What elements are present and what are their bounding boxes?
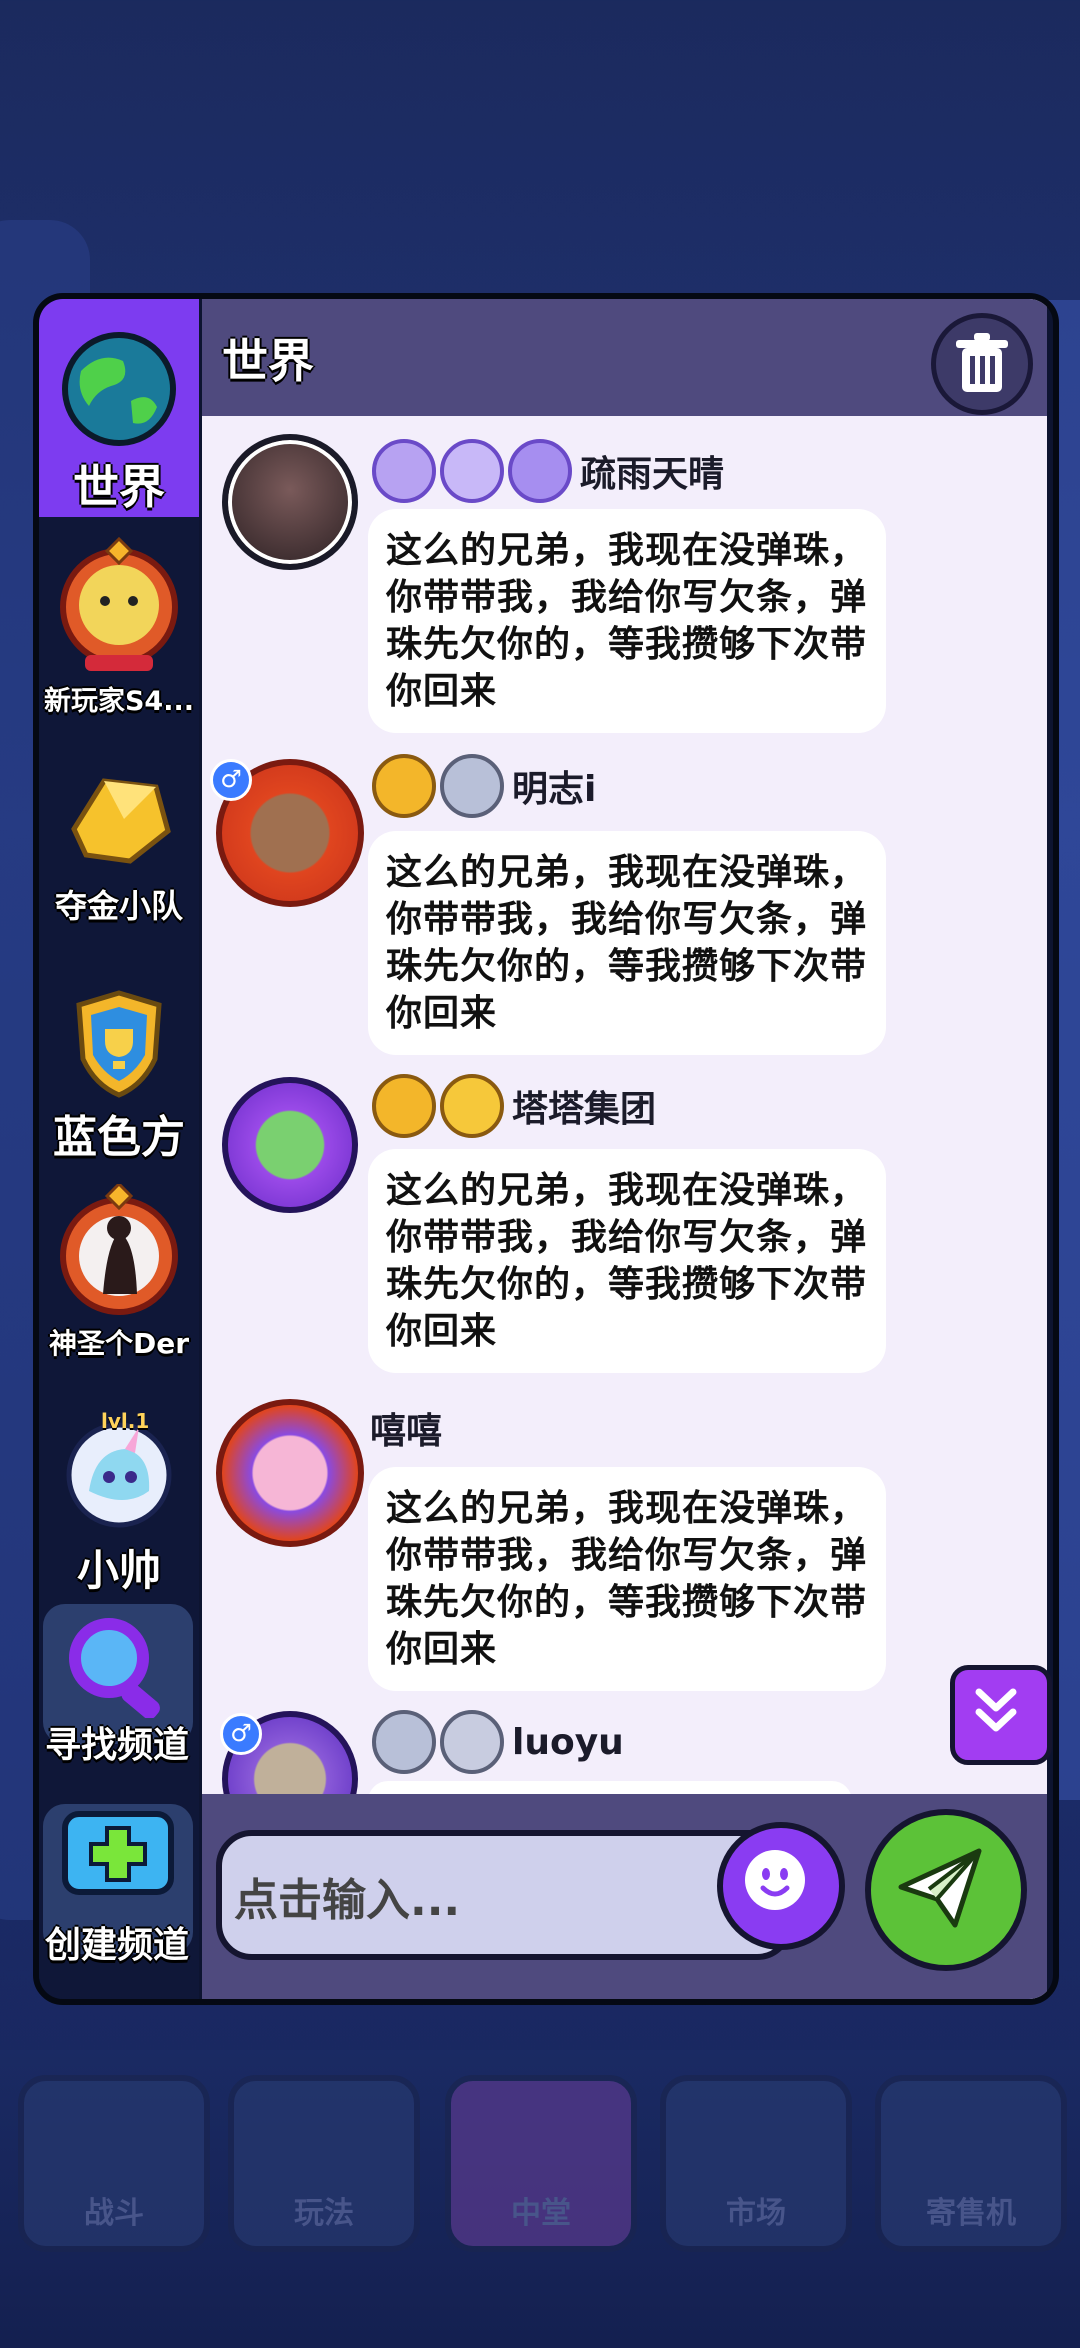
user-avatar[interactable] bbox=[222, 1077, 358, 1213]
user-name-row: 嘻嘻 bbox=[370, 1401, 442, 1455]
user-avatar[interactable] bbox=[222, 434, 358, 570]
create-channel-button[interactable]: 创建频道 bbox=[43, 1804, 193, 1966]
globe-icon bbox=[62, 332, 176, 446]
gold-nugget-icon bbox=[71, 778, 171, 864]
gender-badge: ♂ bbox=[210, 759, 252, 801]
message-bubble: 这么的兄弟，我现在没弹珠，你带带我，我给你写欠条，弹珠先欠你的，等我攒够下次带你… bbox=[368, 1149, 886, 1373]
nav-label: 玩法 bbox=[294, 2196, 354, 2231]
input-placeholder: 点击输入... bbox=[234, 1875, 461, 1926]
username[interactable]: 嘻嘻 bbox=[370, 1402, 442, 1454]
helmet-badge-icon bbox=[372, 1710, 436, 1774]
nav-market[interactable]: 市场 bbox=[660, 2075, 852, 2252]
message-bubble: 这么的兄弟，我现在没弹珠，你带带我，我给你写欠条，弹珠先欠你的，等我攒够下次带你… bbox=[368, 1467, 886, 1691]
double-chevron-down-icon bbox=[975, 1688, 1017, 1732]
helmet-badge-icon bbox=[440, 1710, 504, 1774]
channel-world[interactable]: 世界 bbox=[39, 299, 199, 517]
channel-holy-der[interactable]: 神圣个Der bbox=[39, 1184, 199, 1374]
nav-label: 寄售机 bbox=[926, 2196, 1016, 2231]
level-badge: lvl.1 bbox=[101, 1409, 150, 1433]
chat-input-bar: 点击输入... bbox=[202, 1794, 1047, 1999]
chat-panel: 世界 新玩家S4... 夺金小队 蓝色方 神圣个Der lvl.1 小帅 寻找频… bbox=[33, 293, 1059, 2005]
user-avatar[interactable] bbox=[216, 1399, 364, 1547]
username[interactable]: 疏雨天晴 bbox=[580, 445, 724, 497]
channel-sidebar: 世界 新玩家S4... 夺金小队 蓝色方 神圣个Der lvl.1 小帅 寻找频… bbox=[39, 299, 199, 1999]
plus-icon bbox=[62, 1811, 174, 1895]
avatar-emblem-icon bbox=[60, 1184, 178, 1315]
nav-center[interactable]: 中堂 bbox=[445, 2075, 637, 2252]
message-input[interactable]: 点击输入... bbox=[216, 1830, 793, 1960]
channel-label: 小帅 bbox=[76, 1546, 161, 1595]
channel-xiaoshuai[interactable]: lvl.1 小帅 bbox=[39, 1409, 199, 1599]
channel-label: 神圣个Der bbox=[48, 1327, 190, 1360]
send-icon bbox=[898, 1848, 982, 1928]
message-bubble: 这么的兄弟，我现在没弹珠，你带带我，我给你写欠条，弹珠先欠你的，等我攒够下次带你… bbox=[368, 509, 886, 733]
channel-label: 创建频道 bbox=[44, 1925, 189, 1966]
send-button[interactable] bbox=[865, 1809, 1027, 1971]
channel-label: 蓝色方 bbox=[53, 1112, 185, 1163]
username[interactable]: 明志i bbox=[512, 760, 596, 812]
crown-badge-icon bbox=[440, 439, 504, 503]
helmet-badge-icon bbox=[440, 754, 504, 818]
channel-label: 新玩家S4... bbox=[43, 686, 194, 717]
clear-chat-button[interactable] bbox=[931, 313, 1033, 415]
username[interactable]: 塔塔集团 bbox=[512, 1080, 656, 1132]
nav-label: 市场 bbox=[726, 2196, 786, 2231]
channel-label: 世界 bbox=[73, 460, 165, 514]
scroll-to-bottom-button[interactable] bbox=[950, 1665, 1052, 1765]
message-bubble bbox=[368, 1781, 852, 1794]
chat-main: 世界 疏雨天晴 这么的兄弟，我现在没弹珠，你带带我，我给你写欠条，弹珠先欠你的，… bbox=[202, 299, 1047, 1999]
gold-badge-icon bbox=[372, 754, 436, 818]
user-name-row: luoyu bbox=[372, 1710, 624, 1774]
gender-badge: ♂ bbox=[220, 1713, 262, 1755]
message-bubble: 这么的兄弟，我现在没弹珠，你带带我，我给你写欠条，弹珠先欠你的，等我攒够下次带你… bbox=[368, 831, 886, 1055]
user-name-row: 明志i bbox=[372, 754, 596, 818]
channel-label: 寻找频道 bbox=[44, 1725, 189, 1766]
gold-helmet-badge-icon bbox=[440, 1074, 504, 1138]
chat-message: ♂ luoyu bbox=[202, 1699, 1047, 1794]
nav-label: 中堂 bbox=[511, 2196, 571, 2231]
helmet-badge-icon bbox=[508, 439, 572, 503]
nav-battle[interactable]: 战斗 bbox=[18, 2075, 210, 2252]
channel-gold-squad[interactable]: 夺金小队 bbox=[39, 769, 199, 939]
chat-header: 世界 bbox=[202, 299, 1047, 416]
trash-icon bbox=[956, 333, 1008, 392]
find-channel-button[interactable]: 寻找频道 bbox=[43, 1604, 193, 1766]
channel-label: 夺金小队 bbox=[54, 887, 183, 925]
nav-consign[interactable]: 寄售机 bbox=[875, 2075, 1067, 2252]
trophy-shield-icon bbox=[76, 990, 162, 1098]
channel-title: 世界 bbox=[222, 334, 314, 388]
user-name-row: 疏雨天晴 bbox=[372, 439, 724, 503]
fox-emblem-icon bbox=[60, 537, 178, 671]
username[interactable]: luoyu bbox=[512, 1722, 624, 1763]
channel-blue-team[interactable]: 蓝色方 bbox=[39, 989, 199, 1169]
emoji-button[interactable] bbox=[717, 1822, 845, 1950]
user-name-row: 塔塔集团 bbox=[372, 1074, 656, 1138]
magnifier-icon bbox=[69, 1618, 160, 1718]
rank-badge-icon bbox=[372, 439, 436, 503]
nav-gameplay[interactable]: 玩法 bbox=[228, 2075, 420, 2252]
gold-badge-icon bbox=[372, 1074, 436, 1138]
smiley-icon bbox=[745, 1850, 805, 1910]
nav-label: 战斗 bbox=[84, 2196, 144, 2231]
unicorn-avatar-icon bbox=[66, 1422, 172, 1528]
channel-new-player[interactable]: 新玩家S4... bbox=[39, 529, 199, 729]
